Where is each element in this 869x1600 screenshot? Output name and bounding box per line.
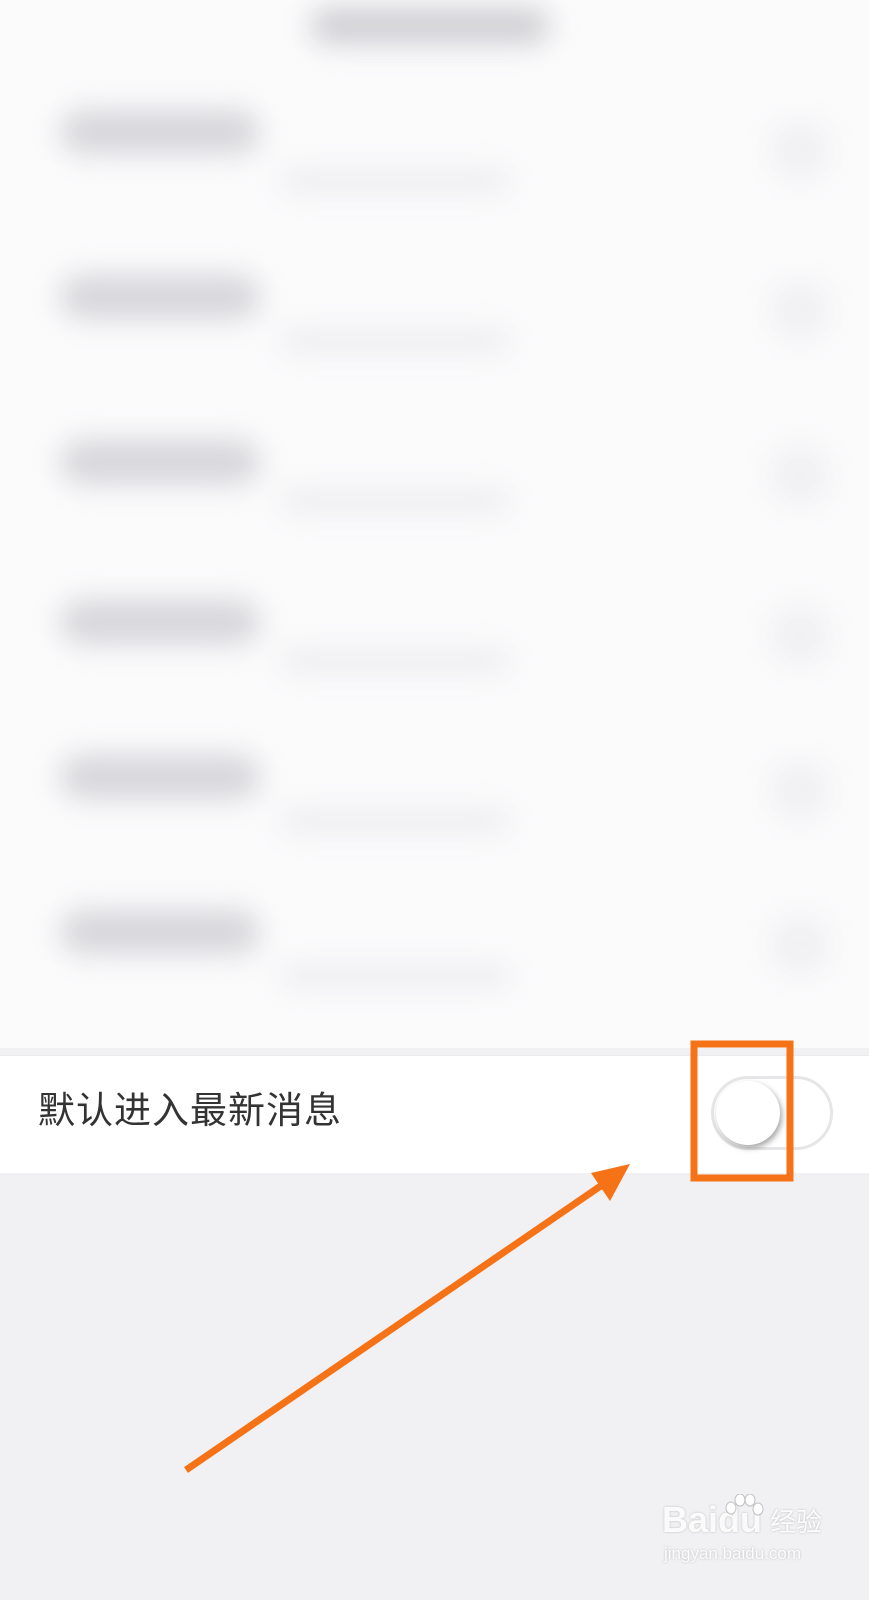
paw-icon: [725, 1494, 764, 1516]
blurred-row-control: [770, 605, 830, 665]
blurred-row-sub: [280, 330, 510, 352]
blurred-row-sub: [280, 810, 510, 832]
blurred-row-sub: [280, 965, 510, 987]
watermark: Baidu 经验 jingyan.baidu.com: [662, 1494, 842, 1580]
setting-row-default-latest-message[interactable]: 默认进入最新消息: [0, 1055, 869, 1173]
blurred-row-label: [60, 110, 260, 154]
watermark-url: jingyan.baidu.com: [664, 1544, 802, 1563]
watermark-brand-cn: 经验: [770, 1508, 823, 1538]
toggle-switch-icon[interactable]: [711, 1076, 833, 1150]
blurred-row-label: [60, 275, 260, 319]
blurred-row-sub: [280, 650, 510, 672]
blurred-row-sub: [280, 490, 510, 512]
blurred-settings-list: [0, 0, 869, 1048]
blurred-row-label: [60, 755, 260, 799]
blurred-row-control: [770, 280, 830, 340]
blurred-row-label: [60, 600, 260, 644]
blurred-row-label: [60, 440, 260, 484]
blurred-row-control: [770, 915, 830, 975]
blurred-row-control: [770, 445, 830, 505]
toggle-knob[interactable]: [716, 1081, 780, 1145]
screen: 默认进入最新消息 Baidu 经验 jingyan.baidu.com: [0, 0, 869, 1600]
blurred-row-sub: [280, 170, 510, 192]
blurred-row-control: [770, 120, 830, 180]
blurred-row-label: [60, 910, 260, 954]
arrow-annotation-icon: [184, 1180, 607, 1473]
blurred-title: [310, 8, 550, 44]
blurred-row-control: [770, 760, 830, 820]
setting-label: 默认进入最新消息: [38, 1089, 342, 1132]
